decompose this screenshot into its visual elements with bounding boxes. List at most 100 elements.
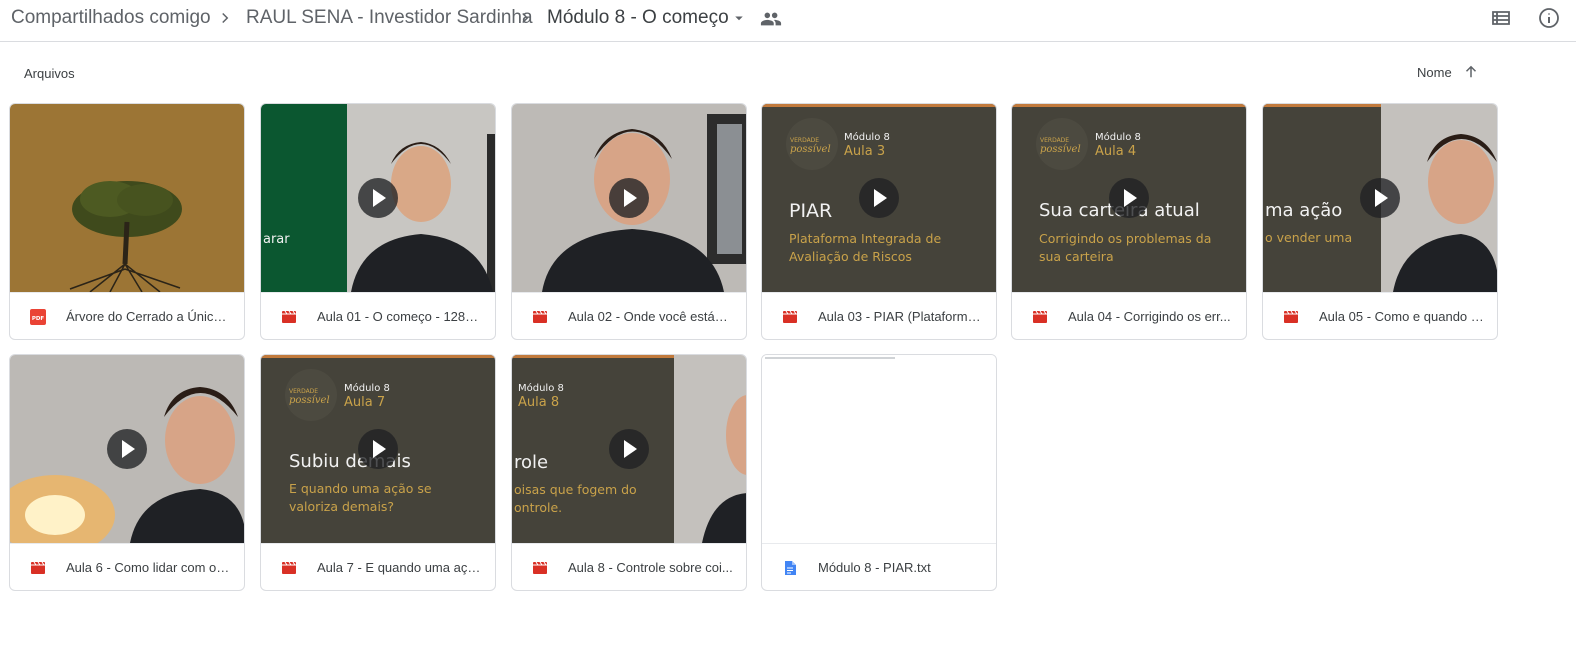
play-icon [358,178,398,218]
tree-image [10,104,244,292]
pdf-icon: PDF [30,309,46,325]
file-card[interactable]: Aula 02 - Onde você está_ -... [511,103,747,340]
svg-text:VERDADE: VERDADE [790,137,819,144]
file-meta: Aula 03 - PIAR (Plataforma... [762,292,996,339]
svg-text:VERDADE: VERDADE [1040,137,1069,144]
file-meta: Aula 8 - Controle sobre coi... [512,543,746,590]
document-icon [785,561,796,575]
file-meta: Módulo 8 - PIAR.txt [762,543,996,590]
file-card[interactable]: ma ação o vender uma Aula 05 - Como e qu… [1262,103,1498,340]
file-thumbnail: VERDADEpossível Módulo 8 Aula 4 Sua cart… [1012,104,1246,292]
slide-lesson-text: Aula 8 [518,395,560,410]
slide-text: arar [263,232,290,247]
video-icon [783,310,797,323]
list-view-icon[interactable] [1489,6,1513,30]
file-card[interactable]: VERDADE possível Módulo 8 Aula 3 PIAR Pla… [761,103,997,340]
slide-module-text: Módulo 8 [344,383,390,394]
file-meta: Aula 01 - O começo - 1280... [261,292,495,339]
file-thumbnail: arar [261,104,495,292]
file-meta: Aula 02 - Onde você está_ -... [512,292,746,339]
file-card[interactable]: PDF Árvore do Cerrado a Única ... [9,103,245,340]
chevron-right-icon [522,12,529,24]
file-card[interactable]: Módulo 8 - PIAR.txt [761,354,997,591]
file-name: Aula 04 - Corrigindo os err... [1068,309,1231,324]
svg-text:PDF: PDF [32,316,45,322]
slide-subtitle-text: Corrigindo os problemas da [1039,231,1212,246]
sort-ascending-arrow-icon[interactable] [1462,63,1480,81]
slide-lesson-text: Aula 3 [844,144,886,159]
file-card[interactable]: VERDADEpossível Módulo 8 Aula 4 Sua cart… [1011,103,1247,340]
breadcrumb-folder-raul-sena[interactable]: RAUL SENA - Investidor Sardinha [246,6,533,30]
svg-text:possível: possível [1040,144,1081,155]
slide-subtitle-text: Plataforma Integrada de [789,231,942,246]
file-thumbnail [512,104,746,292]
video-icon [533,561,547,574]
breadcrumb-current-folder[interactable]: Módulo 8 - O começo [547,6,729,30]
file-meta: Aula 05 - Como e quando v... [1263,292,1497,339]
file-name: Árvore do Cerrado a Única ... [66,309,232,324]
sort-by-name-button[interactable]: Nome [1417,65,1452,80]
svg-text:possível: possível [790,144,831,155]
play-icon [859,178,899,218]
file-card[interactable]: VERDADE possível Módulo 8 Aula 7 Subiu de… [260,354,496,591]
video-icon [31,561,45,574]
file-card[interactable]: Aula 6 - Como lidar com os... [9,354,245,591]
slide-module-text: Módulo 8 [518,383,564,394]
video-icon [533,310,547,323]
file-thumbnail: VERDADE possível Módulo 8 Aula 7 Subiu de… [261,355,495,543]
file-meta: Aula 7 - E quando uma açã... [261,543,495,590]
file-card[interactable]: arar Aula 01 - O começo - 1280... [260,103,496,340]
slide-lesson-text: Aula 4 [1095,144,1137,159]
video-icon [282,310,296,323]
video-icon [282,561,296,574]
play-icon [1360,178,1400,218]
svg-text:possível: possível [289,395,330,406]
slide-subtitle-text: ontrole. [514,500,563,515]
info-icon[interactable] [1537,6,1561,30]
chevron-right-icon [222,12,229,24]
slide-title-text: ma ação [1265,200,1343,221]
file-thumbnail: VERDADE possível Módulo 8 Aula 3 PIAR Pla… [762,104,996,292]
file-thumbnail [10,104,244,292]
file-meta: Aula 6 - Como lidar com os... [10,543,244,590]
files-section-label: Arquivos [24,66,75,81]
slide-subtitle-text: oisas que fogem do [514,482,637,497]
svg-text:VERDADE: VERDADE [289,388,318,395]
slide-title-text: PIAR [789,200,833,222]
file-meta: Aula 04 - Corrigindo os err... [1012,292,1246,339]
slide-module-text: Módulo 8 [1095,132,1141,143]
slide-subtitle-text: E quando uma ação se [289,481,432,496]
file-name: Aula 02 - Onde você está_ -... [568,309,734,324]
file-name: Módulo 8 - PIAR.txt [818,560,931,575]
breadcrumb-shared-with-me[interactable]: Compartilhados comigo [11,6,211,30]
slide-subtitle-text: sua carteira [1039,249,1114,264]
file-thumbnail: ma ação o vender uma [1263,104,1497,292]
file-card[interactable]: Módulo 8 Aula 8 role oisas que fogem do … [511,354,747,591]
play-icon [107,429,147,469]
dropdown-arrow-icon[interactable] [730,9,748,27]
video-icon [1033,310,1047,323]
slide-subtitle-text: o vender uma [1265,230,1353,245]
file-thumbnail: Módulo 8 Aula 8 role oisas que fogem do … [512,355,746,543]
video-icon [1284,310,1298,323]
file-name: Aula 01 - O começo - 1280... [317,309,483,324]
play-icon [609,178,649,218]
file-name: Aula 7 - E quando uma açã... [317,560,483,575]
play-icon [1109,178,1149,218]
slide-module-text: Módulo 8 [844,132,890,143]
shared-people-icon[interactable] [760,8,782,30]
play-icon [609,429,649,469]
file-thumbnail [10,355,244,543]
file-name: Aula 05 - Como e quando v... [1319,309,1485,324]
document-preview-image [765,357,895,359]
play-icon [358,429,398,469]
slide-title-text: role [514,452,549,473]
slide-lesson-text: Aula 7 [344,395,386,410]
file-meta: PDF Árvore do Cerrado a Única ... [10,292,244,339]
slide-subtitle-text: Avaliação de Riscos [789,249,912,264]
file-name: Aula 6 - Como lidar com os... [66,560,232,575]
file-name: Aula 03 - PIAR (Plataforma... [818,309,984,324]
top-bar: Compartilhados comigo RAUL SENA - Invest… [0,0,1576,42]
slide-subtitle-text: valoriza demais? [289,499,395,514]
file-thumbnail [762,355,996,543]
